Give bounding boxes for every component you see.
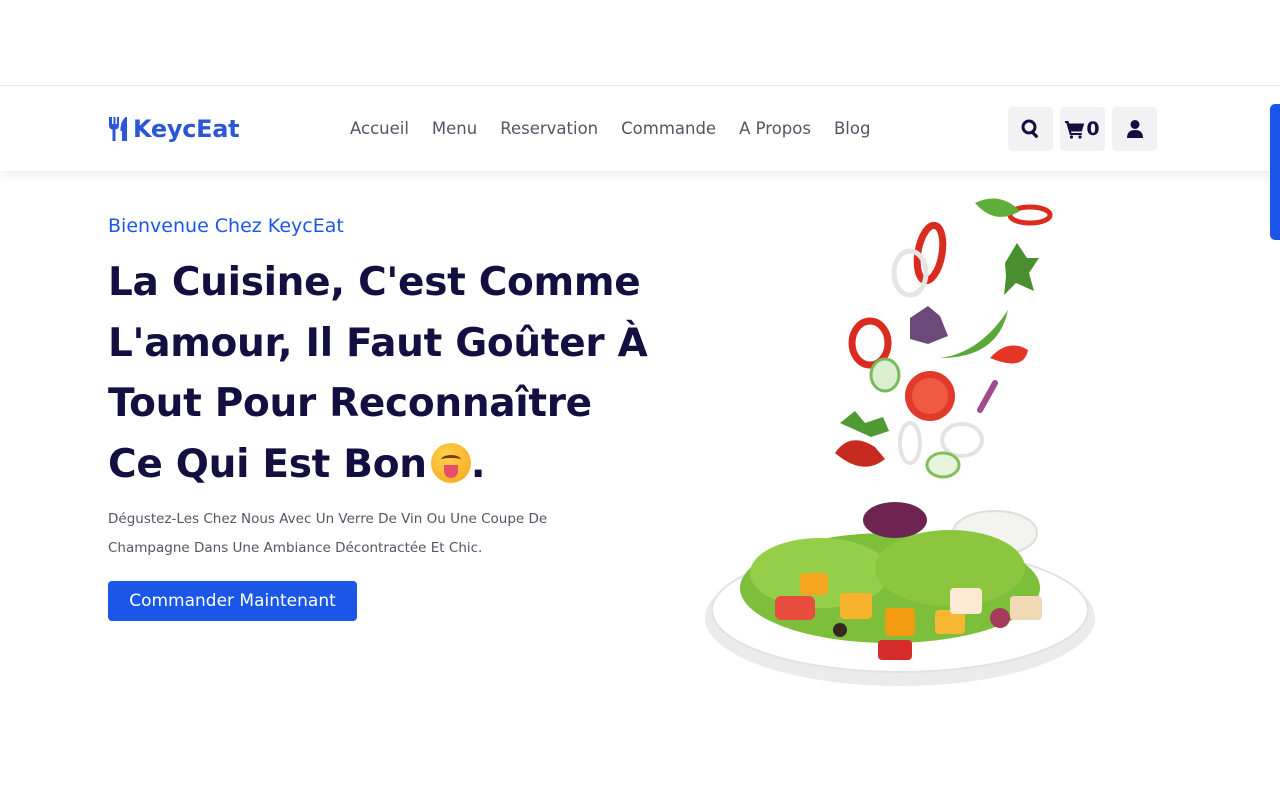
cart-icon bbox=[1065, 121, 1085, 139]
top-blank-area bbox=[0, 0, 1280, 86]
hero-title-text: La Cuisine, C'est Comme L'amour, Il Faut… bbox=[108, 260, 648, 487]
salad-image bbox=[705, 198, 1095, 686]
main-nav: Accueil Menu Reservation Commande A Prop… bbox=[350, 117, 893, 141]
logo[interactable]: KeycEat bbox=[108, 113, 240, 145]
header-icons: 0 bbox=[1008, 107, 1164, 151]
search-button[interactable] bbox=[1008, 107, 1053, 151]
scrollbar-thumb[interactable] bbox=[1270, 104, 1280, 240]
nav-blog[interactable]: Blog bbox=[834, 117, 870, 141]
nav-menu[interactable]: Menu bbox=[432, 117, 477, 141]
hero-subtitle: Bienvenue Chez KeycEat bbox=[108, 215, 344, 237]
utensils-icon bbox=[109, 117, 127, 141]
hero-title-end: . bbox=[470, 441, 486, 487]
user-icon bbox=[1126, 120, 1143, 138]
cart-button[interactable]: 0 bbox=[1060, 107, 1105, 151]
hero-description: Dégustez-Les Chez Nous Avec Un Verre De … bbox=[108, 511, 548, 556]
user-button[interactable] bbox=[1112, 107, 1157, 151]
hero-title: La Cuisine, C'est Comme L'amour, Il Faut… bbox=[108, 253, 648, 495]
logo-text: KeycEat bbox=[133, 115, 240, 143]
nav-commande[interactable]: Commande bbox=[621, 117, 716, 141]
order-now-button[interactable]: Commander Maintenant bbox=[108, 581, 357, 621]
cart-count: 0 bbox=[1086, 118, 1100, 140]
face-savoring-food-emoji bbox=[430, 442, 471, 483]
nav-accueil[interactable]: Accueil bbox=[350, 117, 409, 141]
nav-a-propos[interactable]: A Propos bbox=[739, 117, 811, 141]
search-icon bbox=[1021, 119, 1038, 138]
nav-reservation[interactable]: Reservation bbox=[500, 117, 598, 141]
site-header: KeycEat Accueil Menu Reservation Command… bbox=[0, 87, 1280, 171]
